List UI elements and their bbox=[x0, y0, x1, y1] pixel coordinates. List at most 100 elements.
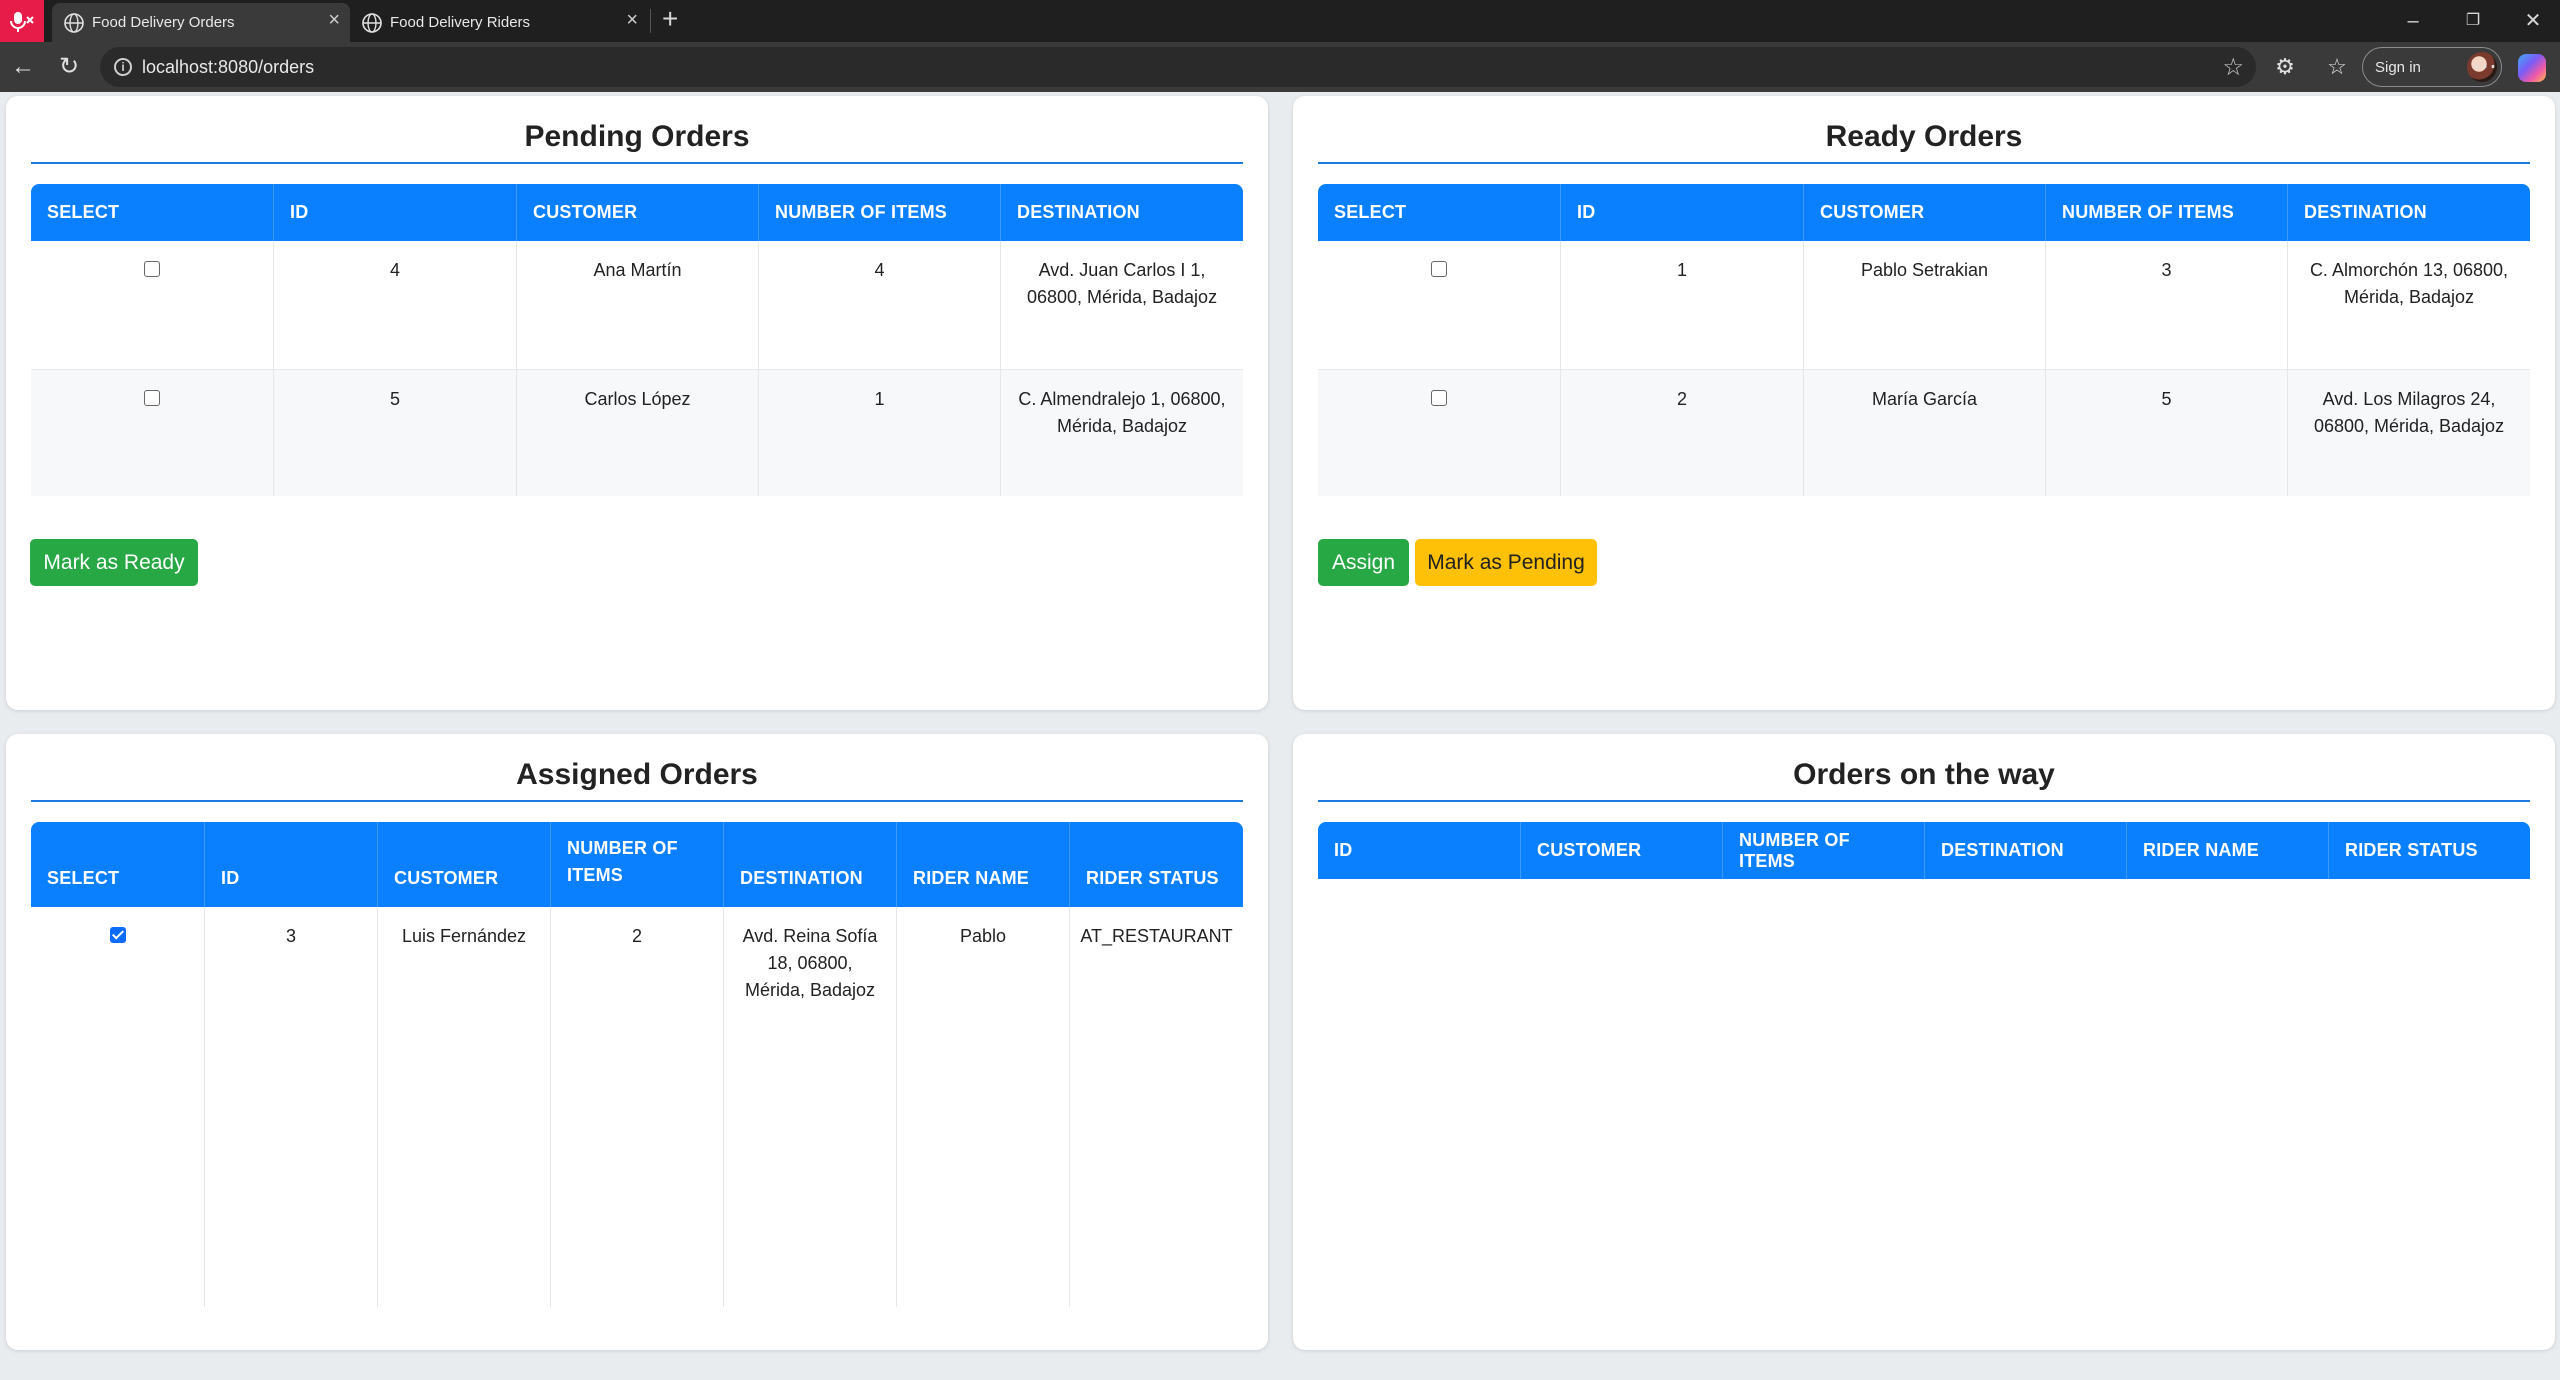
ready-orders-title: Ready Orders bbox=[1825, 120, 2023, 153]
select-checkbox[interactable] bbox=[1431, 390, 1447, 406]
order-id: 4 bbox=[273, 241, 516, 369]
table-row: 5 Carlos López 1 C. Almendralejo 1, 0680… bbox=[31, 369, 1243, 496]
destination-line: 18, 06800, bbox=[767, 953, 853, 973]
ready-orders-table: SELECT ID CUSTOMER NUMBER OF ITEMS DESTI… bbox=[1318, 184, 2530, 496]
ready-orders-card: Ready Orders SELECT ID CUSTOMER NUMBER O… bbox=[1293, 96, 2555, 710]
title-divider bbox=[1318, 800, 2530, 802]
column-header: NUMBER OF ITEMS bbox=[2045, 184, 2287, 241]
order-id: 1 bbox=[1560, 241, 1803, 369]
assigned-orders-title: Assigned Orders bbox=[516, 758, 758, 791]
item-count: 2 bbox=[550, 907, 723, 1307]
destination-line: 06800, Mérida, Badajoz bbox=[2313, 416, 2505, 436]
new-tab-icon[interactable]: + bbox=[662, 4, 678, 34]
back-arrow-icon[interactable]: ← bbox=[8, 52, 38, 82]
destination-line: Avd. Reina Sofía bbox=[742, 926, 878, 946]
tab-separator bbox=[650, 9, 651, 33]
customer-name: Ana Martín bbox=[516, 241, 758, 369]
tab-food-delivery-orders[interactable]: Food Delivery Orders × bbox=[52, 3, 350, 42]
select-checkbox[interactable] bbox=[144, 390, 160, 406]
close-icon[interactable]: × bbox=[328, 10, 340, 30]
assign-button[interactable]: Assign bbox=[1318, 539, 1409, 586]
rider-status: AT_RESTAURANT bbox=[1069, 907, 1243, 1307]
order-id: 2 bbox=[1560, 369, 1803, 496]
microphone-muted-icon[interactable] bbox=[0, 0, 44, 42]
column-header: CUSTOMER bbox=[1803, 184, 2045, 241]
column-header: ID bbox=[273, 184, 516, 241]
table-row: 4 Ana Martín 4 Avd. Juan Carlos I 1, 068… bbox=[31, 241, 1243, 369]
destination-line: 06800, Mérida, Badajoz bbox=[1026, 287, 1218, 307]
item-count: 3 bbox=[2045, 241, 2287, 369]
url-text: localhost:8080/orders bbox=[142, 57, 315, 77]
copilot-icon[interactable] bbox=[2518, 54, 2546, 82]
column-header: SELECT bbox=[1318, 184, 1560, 241]
column-header: RIDER NAME bbox=[896, 822, 1069, 907]
pending-orders-title: Pending Orders bbox=[524, 120, 750, 153]
destination: Avd. Reina Sofía 18, 06800, Mérida, Bada… bbox=[723, 907, 896, 1307]
tab-title: Food Delivery Orders bbox=[92, 14, 235, 31]
column-header: DESTINATION bbox=[723, 822, 896, 907]
close-icon[interactable]: × bbox=[626, 10, 638, 30]
title-divider bbox=[31, 162, 1243, 164]
item-count: 5 bbox=[2045, 369, 2287, 496]
mark-as-ready-button[interactable]: Mark as Ready bbox=[30, 539, 198, 586]
title-divider bbox=[1318, 162, 2530, 164]
select-checkbox[interactable] bbox=[1431, 261, 1447, 277]
destination-line: Mérida, Badajoz bbox=[2343, 287, 2475, 307]
favorites-icon[interactable]: ☆ bbox=[2322, 52, 2352, 82]
destination-line: Mérida, Badajoz bbox=[1056, 416, 1188, 436]
tab-food-delivery-riders[interactable]: Food Delivery Riders × bbox=[350, 3, 648, 42]
sign-in-label: Sign in bbox=[2375, 59, 2421, 76]
mark-as-pending-button[interactable]: Mark as Pending bbox=[1415, 539, 1597, 586]
orders-on-the-way-table: ID CUSTOMER NUMBER OF ITEMS DESTINATION … bbox=[1318, 822, 2530, 879]
customer-name: Carlos López bbox=[516, 369, 758, 496]
minimize-icon[interactable]: – bbox=[2398, 6, 2428, 36]
column-header: RIDER NAME bbox=[2126, 822, 2328, 879]
header-line: ITEMS bbox=[567, 865, 624, 885]
column-header: NUMBER OF ITEMS bbox=[1722, 822, 1924, 879]
column-header: ID bbox=[1318, 822, 1520, 879]
globe-icon bbox=[362, 13, 382, 33]
column-header: CUSTOMER bbox=[377, 822, 550, 907]
column-header: CUSTOMER bbox=[1520, 822, 1722, 879]
title-divider bbox=[31, 800, 1243, 802]
column-header: SELECT bbox=[31, 822, 204, 907]
column-header: RIDER STATUS bbox=[2328, 822, 2530, 879]
favorite-star-icon[interactable]: ☆ bbox=[2222, 53, 2244, 82]
item-count: 1 bbox=[758, 369, 1000, 496]
select-checkbox[interactable] bbox=[144, 261, 160, 277]
destination-line: C. Almendralejo 1, 06800, bbox=[1018, 389, 1226, 409]
order-id: 5 bbox=[273, 369, 516, 496]
page-content: Pending Orders SELECT ID CUSTOMER NUMBER… bbox=[0, 92, 2560, 1380]
destination-line: C. Almorchón 13, 06800, bbox=[2309, 260, 2509, 280]
info-icon[interactable]: i bbox=[114, 58, 132, 76]
table-row: 3 Luis Fernández 2 Avd. Reina Sofía 18, … bbox=[31, 907, 1243, 1307]
order-id: 3 bbox=[204, 907, 377, 1307]
item-count: 4 bbox=[758, 241, 1000, 369]
destination: C. Almorchón 13, 06800, Mérida, Badajoz bbox=[2287, 241, 2530, 369]
destination: Avd. Los Milagros 24, 06800, Mérida, Bad… bbox=[2287, 369, 2530, 496]
column-header: RIDER STATUS bbox=[1069, 822, 1243, 907]
customer-name: María García bbox=[1803, 369, 2045, 496]
address-bar[interactable]: i localhost:8080/orders ☆ bbox=[100, 47, 2256, 87]
destination: Avd. Juan Carlos I 1, 06800, Mérida, Bad… bbox=[1000, 241, 1243, 369]
restore-icon[interactable]: ❐ bbox=[2458, 6, 2488, 36]
orders-on-the-way-title: Orders on the way bbox=[1793, 758, 2055, 791]
column-header: ID bbox=[204, 822, 377, 907]
pending-orders-card: Pending Orders SELECT ID CUSTOMER NUMBER… bbox=[6, 96, 1268, 710]
destination-line: Avd. Juan Carlos I 1, bbox=[1038, 260, 1206, 280]
column-header: SELECT bbox=[31, 184, 273, 241]
header-line: NUMBER OF bbox=[567, 838, 678, 858]
extensions-icon[interactable]: ⚙ bbox=[2270, 52, 2300, 82]
column-header: CUSTOMER bbox=[516, 184, 758, 241]
window-close-icon[interactable]: ✕ bbox=[2518, 6, 2548, 36]
select-checkbox-checked[interactable] bbox=[109, 927, 126, 943]
browser-toolbar: ← ↻ i localhost:8080/orders ☆ ⚙ ☆ Sign i… bbox=[0, 42, 2560, 92]
more-menu-icon[interactable]: ⋯ bbox=[2470, 52, 2500, 82]
table-row: 2 María García 5 Avd. Los Milagros 24, 0… bbox=[1318, 369, 2530, 496]
column-header: DESTINATION bbox=[2287, 184, 2530, 241]
customer-name: Pablo Setrakian bbox=[1803, 241, 2045, 369]
globe-icon bbox=[64, 13, 84, 33]
customer-name: Luis Fernández bbox=[377, 907, 550, 1307]
refresh-icon[interactable]: ↻ bbox=[54, 52, 84, 82]
table-row: 1 Pablo Setrakian 3 C. Almorchón 13, 068… bbox=[1318, 241, 2530, 369]
